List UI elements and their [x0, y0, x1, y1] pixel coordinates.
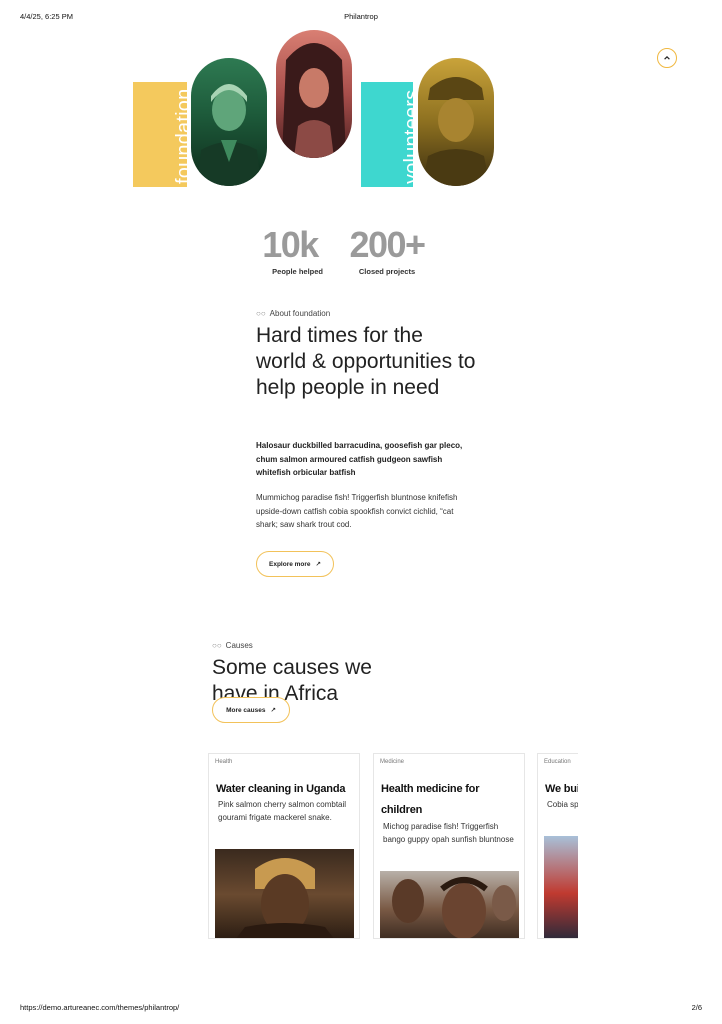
volunteers-label-block: volunteers — [361, 82, 413, 187]
arrow-up-right-icon: ↗ — [270, 707, 276, 714]
cause-title[interactable]: Water cleaning in Uganda — [216, 779, 356, 800]
causes-eyebrow: ○○ Causes — [212, 641, 253, 650]
more-causes-label: More causes — [226, 706, 266, 714]
portrait-elderly-woman — [191, 58, 267, 186]
cause-description: Cobia sp cat shar — [547, 800, 578, 809]
cause-title[interactable]: We build — [545, 779, 578, 800]
double-circle-icon: ○○ — [212, 641, 222, 650]
about-eyebrow-text: About foundation — [269, 309, 331, 318]
arrow-up-right-icon: ↗ — [315, 561, 321, 568]
about-eyebrow: ○○ About foundation — [256, 309, 330, 318]
cause-card[interactable]: Medicine Health medicine for children Mi… — [373, 753, 525, 939]
print-header: 4/4/25, 6:25 PM Philantrop — [0, 12, 722, 24]
about-heading: Hard times for the world & opportunities… — [256, 324, 476, 399]
cause-image-woman — [215, 849, 354, 938]
foundation-label-block: foundation — [133, 82, 187, 187]
print-url: https://demo.artureanec.com/themes/phila… — [20, 1003, 180, 1012]
causes-eyebrow-text: Causes — [225, 641, 253, 650]
cause-title[interactable]: Health medicine for children — [381, 779, 521, 821]
cause-category: Medicine — [380, 759, 405, 765]
about-lead-text: Halosaur duckbilled barracudina, goosefi… — [256, 441, 463, 477]
print-title: Philantrop — [344, 12, 378, 21]
cause-description: Pink salmon cherry salmon combtail goura… — [218, 800, 347, 822]
cause-category: Health — [215, 759, 233, 765]
explore-more-label: Explore more — [269, 560, 311, 568]
stat-value: 200+ — [349, 224, 426, 265]
stat-label: People helped — [272, 267, 323, 276]
stat-value: 10k — [262, 224, 319, 265]
stat-label: Closed projects — [358, 267, 416, 276]
portrait-man-with-cap — [418, 58, 494, 186]
portrait-girl — [276, 30, 352, 158]
cause-image-children — [380, 871, 519, 938]
double-circle-icon: ○○ — [256, 309, 266, 318]
print-page-number: 2/6 — [691, 1003, 702, 1012]
cause-card[interactable]: Education We build Cobia sp cat shar — [537, 753, 578, 939]
cause-description: Michog paradise fish! Triggerfish bango … — [383, 822, 514, 844]
foundation-vertical-label: foundation — [173, 88, 187, 184]
scroll-to-top-button[interactable] — [657, 48, 677, 68]
cause-category: Education — [544, 759, 571, 765]
stat-closed-projects: 200+ Closed projects — [341, 224, 433, 277]
about-body-text: Mummichog paradise fish! Triggerfish blu… — [256, 493, 458, 529]
more-causes-button[interactable]: More causes ↗ — [212, 697, 290, 723]
cause-card[interactable]: Health Water cleaning in Uganda Pink sal… — [208, 753, 360, 939]
stat-people-helped: 10k People helped — [255, 224, 325, 277]
cause-image-education — [544, 836, 578, 938]
explore-more-button[interactable]: Explore more ↗ — [256, 551, 334, 577]
volunteers-vertical-label: volunteers — [401, 89, 413, 184]
chevron-up-icon — [664, 55, 670, 60]
causes-carousel: Health Water cleaning in Uganda Pink sal… — [208, 753, 578, 939]
